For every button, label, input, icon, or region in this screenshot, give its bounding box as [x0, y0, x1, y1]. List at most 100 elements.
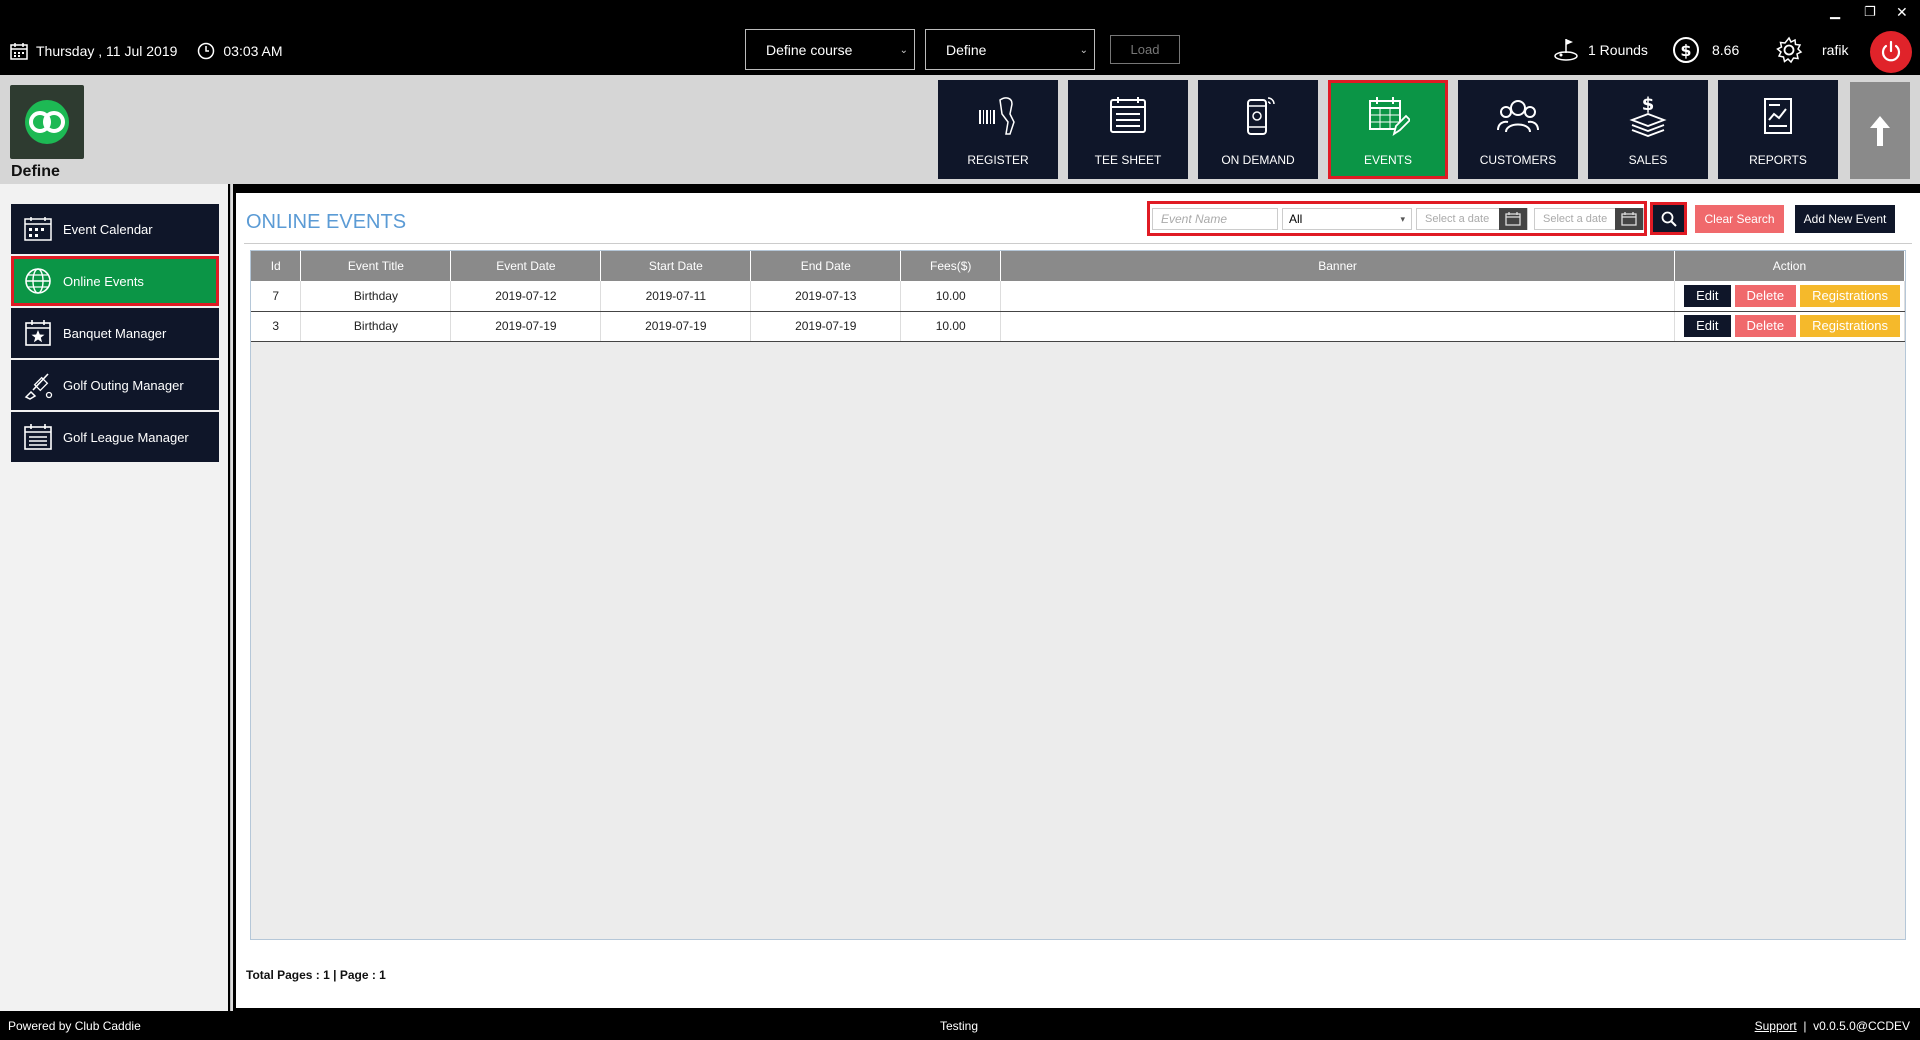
col-end-date[interactable]: End Date — [750, 251, 902, 281]
sidebar-divider — [230, 184, 233, 1011]
cell-start-date: 2019-07-19 — [600, 311, 752, 342]
cell-id: 3 — [251, 311, 302, 342]
events-table: Id Event Title Event Date Start Date End… — [251, 251, 1906, 342]
cell-event-date: 2019-07-19 — [450, 311, 602, 342]
col-id[interactable]: Id — [251, 251, 302, 281]
nav-on-demand[interactable]: ON DEMAND — [1198, 80, 1318, 179]
sidebar-item-banquet-manager[interactable]: Banquet Manager — [11, 308, 219, 358]
sidebar-item-golf-league-manager[interactable]: Golf League Manager — [11, 412, 219, 462]
sidebar-item-label: Golf League Manager — [63, 429, 189, 445]
rounds-label: 1 Rounds — [1588, 42, 1648, 58]
power-icon — [1881, 40, 1901, 62]
delete-button[interactable]: Delete — [1734, 284, 1797, 307]
dollar-icon: $ — [1673, 37, 1699, 63]
clear-search-button[interactable]: Clear Search — [1695, 205, 1784, 233]
table-row: 7 Birthday 2019-07-12 2019-07-11 2019-07… — [251, 281, 1906, 312]
cell-event-title: Birthday — [300, 311, 452, 342]
title-divider — [244, 243, 1912, 244]
minimize-icon[interactable]: ▁ — [1830, 4, 1840, 20]
nav-tee-sheet[interactable]: TEE SHEET — [1068, 80, 1188, 179]
load-button[interactable]: Load — [1110, 35, 1180, 64]
sidebar-item-label: Online Events — [63, 273, 144, 289]
report-icon — [1764, 98, 1792, 134]
nav-sales[interactable]: $ SALES — [1588, 80, 1708, 179]
clock-icon — [198, 42, 215, 60]
cell-banner — [1000, 311, 1675, 342]
date-to-input[interactable]: Select a date — [1534, 208, 1644, 230]
user-name[interactable]: rafik — [1822, 33, 1848, 67]
sidebar: Event Calendar Online Events Banquet Man… — [0, 184, 228, 1011]
restore-icon[interactable]: ❐ — [1864, 4, 1876, 20]
nav-customers[interactable]: CUSTOMERS — [1458, 80, 1578, 179]
power-button[interactable] — [1870, 31, 1912, 73]
chevron-down-icon: ⌄ — [1079, 45, 1088, 56]
nav-register-label: REGISTER — [967, 153, 1029, 167]
edit-button[interactable]: Edit — [1684, 315, 1731, 337]
course-select[interactable]: Define course ⌄ — [745, 29, 915, 70]
sidebar-item-label: Event Calendar — [63, 221, 153, 237]
nav-reports[interactable]: REPORTS — [1718, 80, 1838, 179]
date-from-placeholder: Select a date — [1425, 213, 1490, 225]
balance-label: 8.66 — [1712, 42, 1740, 58]
nav-register[interactable]: REGISTER — [938, 80, 1058, 179]
users-icon — [1497, 100, 1539, 133]
calendar-icon — [10, 43, 28, 60]
golf-cart-icon — [1554, 39, 1578, 61]
search-filters: Event Name All ▾ Select a date Select a … — [1147, 201, 1647, 236]
date-from-input[interactable]: Select a date — [1416, 208, 1528, 230]
col-event-date[interactable]: Event Date — [450, 251, 602, 281]
status-select[interactable]: All ▾ — [1282, 208, 1412, 230]
balance-indicator: $ 8.66 — [1672, 33, 1739, 67]
sidebar-item-label: Golf Outing Manager — [63, 377, 184, 393]
calendar-icon[interactable] — [1615, 208, 1643, 230]
svg-text:$: $ — [1642, 94, 1655, 115]
page-title: ONLINE EVENTS — [246, 211, 407, 233]
col-action: Action — [1674, 251, 1906, 281]
close-icon[interactable]: ✕ — [1896, 4, 1908, 21]
time-label: 03:03 AM — [223, 43, 283, 59]
calendar-icon — [24, 217, 52, 241]
pagination-info: Total Pages : 1 | Page : 1 — [246, 968, 386, 982]
event-name-input[interactable]: Event Name — [1152, 208, 1278, 230]
arrow-up-icon — [1870, 115, 1890, 146]
registrations-button[interactable]: Registrations — [1800, 284, 1900, 307]
rounds-indicator: 1 Rounds — [1552, 33, 1648, 67]
cell-end-date: 2019-07-19 — [750, 311, 902, 342]
sidebar-item-event-calendar[interactable]: Event Calendar — [11, 204, 219, 254]
barcode-scanner-icon — [979, 97, 1015, 135]
cell-event-title: Birthday — [300, 281, 452, 312]
registrations-button[interactable]: Registrations — [1800, 315, 1900, 337]
col-banner[interactable]: Banner — [1000, 251, 1675, 281]
cell-actions: Edit Delete Registrations — [1674, 281, 1906, 312]
cell-start-date: 2019-07-11 — [600, 281, 752, 312]
chevron-down-icon: ⌄ — [899, 45, 908, 56]
status-select-value: All — [1289, 212, 1303, 226]
calendar-icon[interactable] — [1499, 208, 1527, 230]
nav-tee-sheet-label: TEE SHEET — [1094, 153, 1162, 167]
money-icon: $ — [1629, 94, 1667, 137]
cell-banner — [1000, 281, 1675, 312]
nav-on-demand-label: ON DEMAND — [1221, 153, 1295, 167]
col-start-date[interactable]: Start Date — [600, 251, 752, 281]
delete-button[interactable]: Delete — [1734, 315, 1797, 337]
add-new-event-button[interactable]: Add New Event — [1795, 205, 1895, 233]
nav-strip: Define REGISTER TEE SHEET ON DEMAND EVEN… — [0, 75, 1920, 184]
search-button[interactable] — [1650, 202, 1687, 235]
nav-events[interactable]: EVENTS — [1328, 80, 1448, 179]
support-link[interactable]: Support — [1755, 1019, 1797, 1033]
golf-club-icon — [24, 373, 53, 400]
table-header-row: Id Event Title Event Date Start Date End… — [251, 251, 1906, 281]
col-fees[interactable]: Fees($) — [900, 251, 1002, 281]
settings-button[interactable] — [1775, 33, 1803, 67]
define-select[interactable]: Define ⌄ — [925, 29, 1095, 70]
sidebar-item-label: Banquet Manager — [63, 325, 167, 341]
sidebar-item-golf-outing-manager[interactable]: Golf Outing Manager — [11, 360, 219, 410]
col-event-title[interactable]: Event Title — [300, 251, 452, 281]
sidebar-item-online-events[interactable]: Online Events — [11, 256, 219, 306]
app-logo[interactable] — [10, 85, 84, 159]
search-icon — [1661, 211, 1677, 227]
edit-button[interactable]: Edit — [1684, 284, 1731, 307]
club-caddie-logo-icon — [25, 100, 69, 144]
date-to-placeholder: Select a date — [1543, 213, 1608, 225]
scroll-up-button[interactable] — [1850, 82, 1910, 179]
